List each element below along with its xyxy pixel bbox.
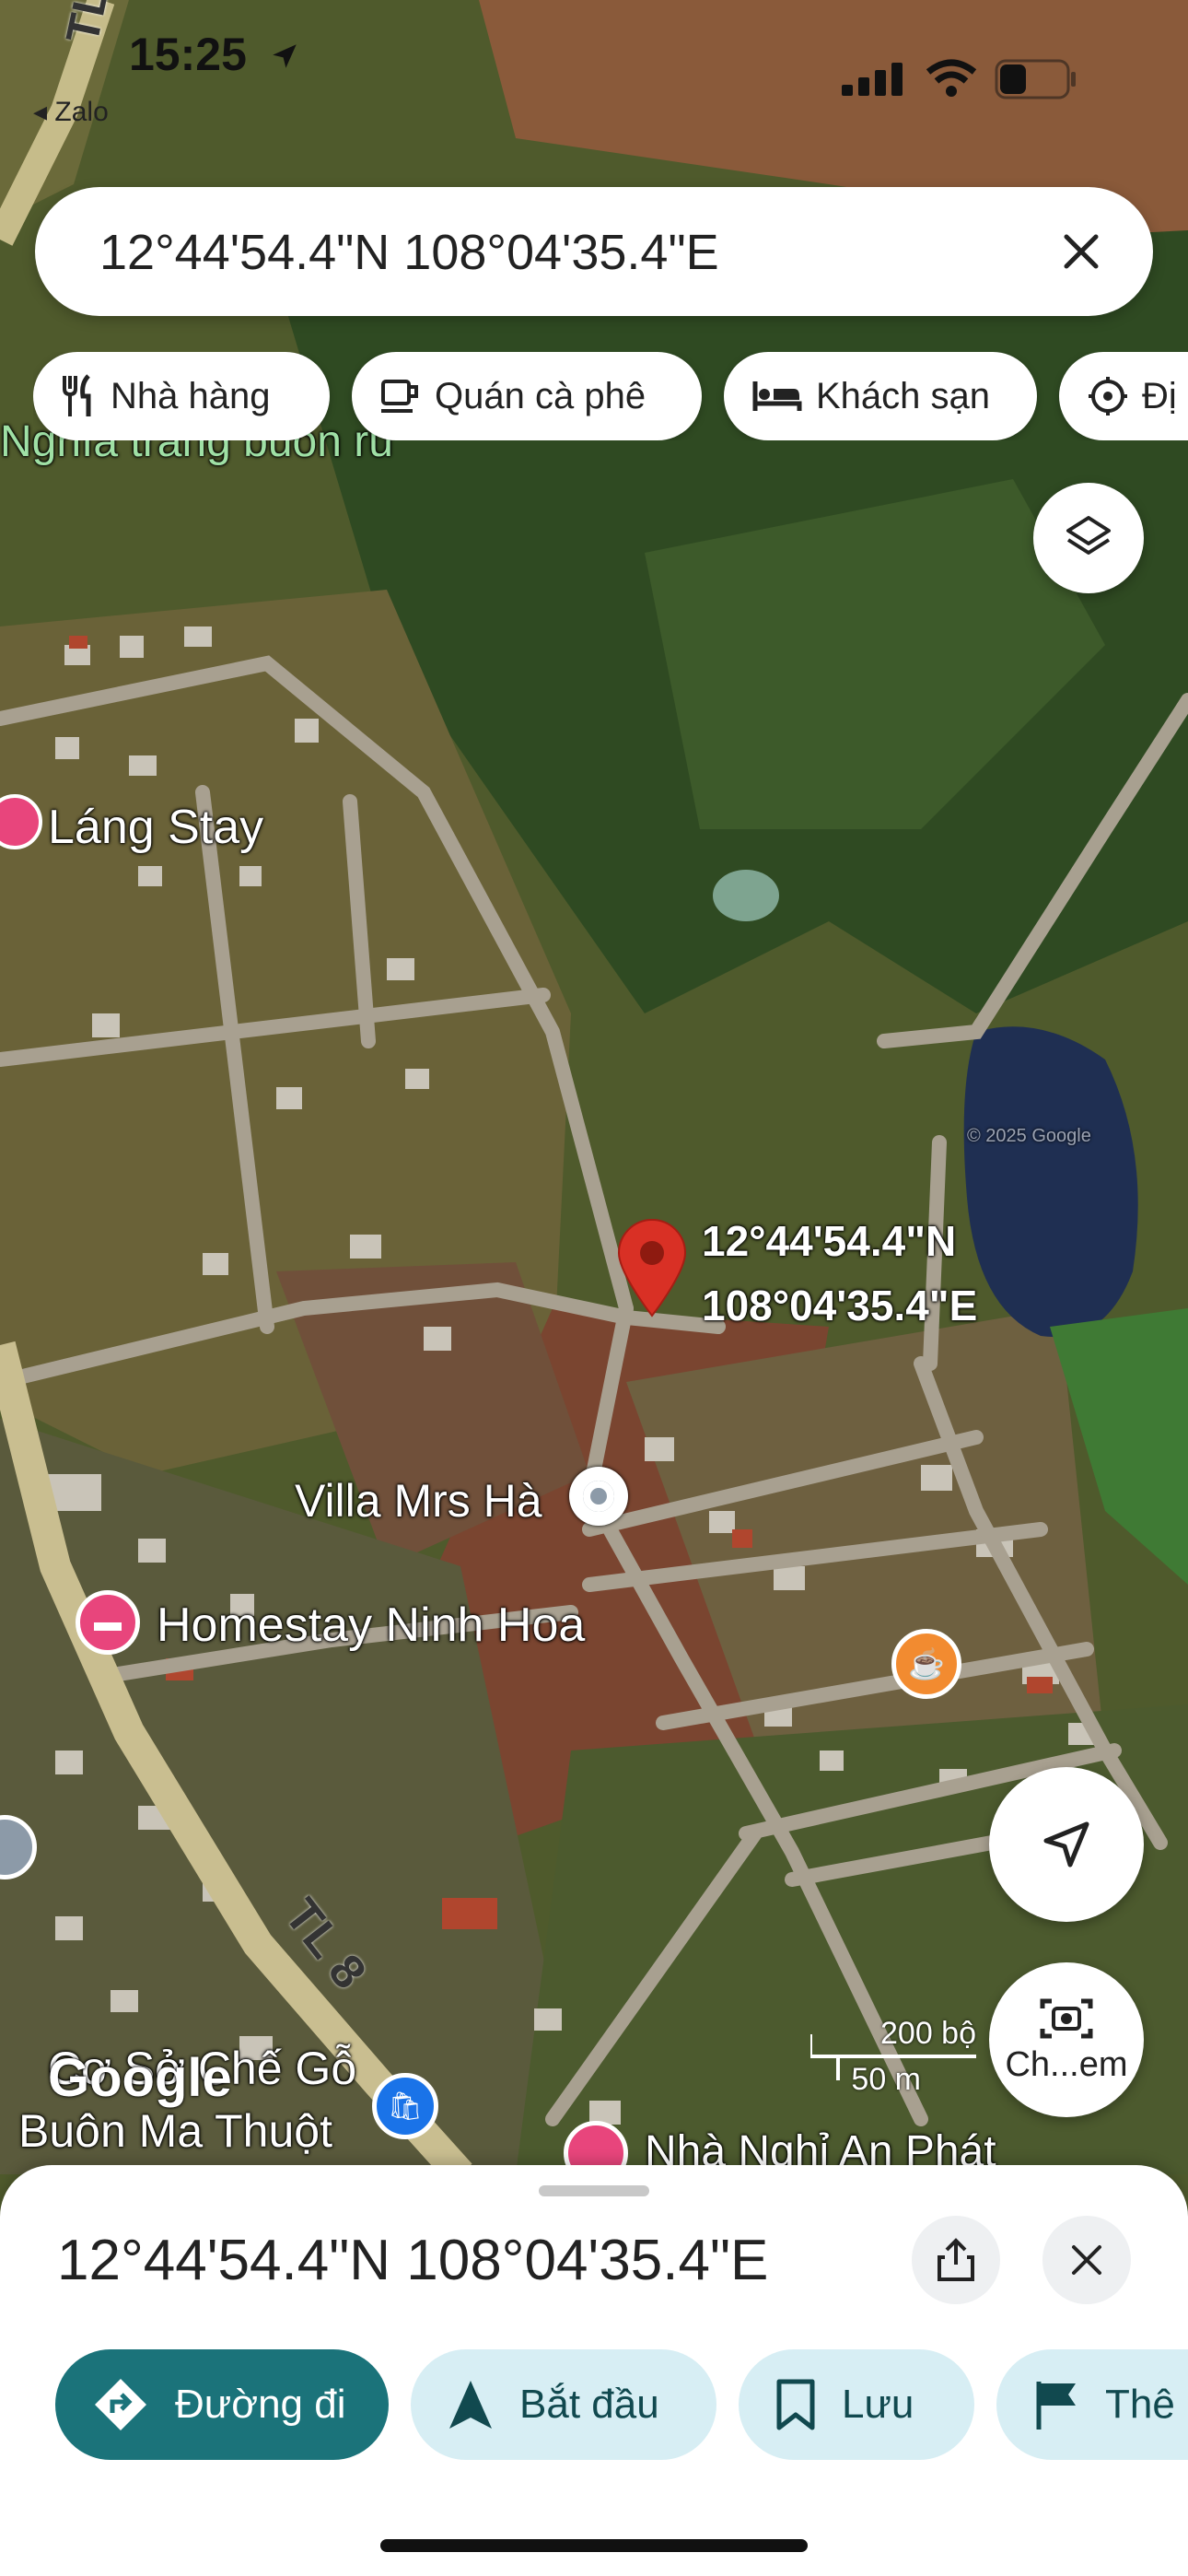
my-location-button[interactable] (989, 1767, 1144, 1922)
pin-coord-line1: 12°44'54.4"N (702, 1217, 957, 1265)
chip-label: Đị (1142, 375, 1177, 416)
villa-marker[interactable] (569, 1467, 628, 1526)
map-scale: 200 bộ 50 m (810, 2016, 976, 2097)
status-bar: 15:25 ◂ Zalo (0, 0, 1188, 138)
directions-button[interactable]: Đường đi (55, 2349, 389, 2460)
map-watermark: © 2025 Google (967, 1126, 1091, 1146)
add-label-button[interactable]: Thê (996, 2349, 1188, 2460)
coffee-cup-icon: ☕ (908, 1647, 945, 1680)
chip-attractions[interactable]: Đị (1059, 352, 1188, 440)
fork-knife-icon (63, 374, 91, 416)
woodcraft-label-line2[interactable]: Buôn Ma Thuột (18, 2104, 332, 2158)
search-query[interactable]: 12°44'54.4"N 108°04'35.4"E (99, 224, 719, 281)
place-icon (583, 1481, 614, 1512)
category-chips: Nhà hàng Quán cà phê Khách sạn Đị (33, 352, 1188, 440)
hotel-marker-homestay[interactable]: ▬ (76, 1590, 140, 1655)
camera-search-button[interactable]: Ch...em (989, 1962, 1144, 2117)
save-label: Lưu (842, 2382, 914, 2427)
battery-icon (995, 59, 1076, 100)
bed-icon: ▬ (94, 1607, 122, 1637)
start-label: Bắt đầu (519, 2382, 659, 2427)
shopping-bag-icon: 🛍 (387, 2090, 424, 2122)
place-bottom-sheet[interactable]: 12°44'54.4"N 108°04'35.4"E Đường đi Bắt (0, 2165, 1188, 2576)
bookmark-icon (775, 2378, 816, 2431)
chip-label: Nhà hàng (111, 375, 271, 416)
chip-label: Khách sạn (816, 375, 991, 416)
wifi-icon (926, 59, 977, 97)
navigation-arrow-icon (1043, 1821, 1089, 1868)
directions-icon (92, 2376, 149, 2433)
clear-search-button[interactable] (1044, 215, 1118, 288)
close-icon (1064, 234, 1099, 269)
chip-cafes[interactable]: Quán cà phê (352, 352, 702, 440)
start-button[interactable]: Bắt đầu (411, 2349, 716, 2460)
google-logo: Google (48, 2048, 232, 2108)
navigation-icon (448, 2379, 494, 2430)
home-indicator[interactable] (380, 2539, 808, 2552)
flag-icon (1033, 2378, 1079, 2431)
dropped-pin[interactable] (615, 1216, 689, 1317)
action-buttons: Đường đi Bắt đầu Lưu Thê (0, 2349, 1188, 2465)
villa-label[interactable]: Villa Mrs Hà (295, 1474, 542, 1528)
close-sheet-button[interactable] (1042, 2216, 1131, 2304)
status-time: 15:25 (129, 29, 247, 80)
camera-label: Ch...em (1005, 2044, 1128, 2084)
attraction-icon (1089, 377, 1127, 416)
layers-icon (1066, 516, 1111, 555)
back-to-app[interactable]: ◂ Zalo (33, 96, 109, 128)
search-bar[interactable]: 12°44'54.4"N 108°04'35.4"E (35, 187, 1153, 316)
homestay-label[interactable]: Homestay Ninh Hoa (157, 1598, 585, 1653)
scale-bar (810, 2034, 976, 2080)
coffee-cup-icon (381, 380, 418, 413)
bed-icon (752, 381, 802, 411)
directions-label: Đường đi (175, 2382, 346, 2427)
close-icon (1072, 2245, 1101, 2275)
place-title: 12°44'54.4"N 108°04'35.4"E (57, 2229, 769, 2292)
pin-coord-line2: 108°04'35.4"E (702, 1282, 978, 1329)
camera-icon (1040, 1998, 1093, 2038)
sheet-grab-handle[interactable] (539, 2185, 649, 2196)
chip-restaurants[interactable]: Nhà hàng (33, 352, 330, 440)
cafe-marker[interactable]: ☕ (891, 1629, 961, 1699)
red-pin-icon (617, 1219, 687, 1317)
chip-hotels[interactable]: Khách sạn (724, 352, 1037, 440)
add-label-label: Thê (1105, 2382, 1175, 2427)
shop-marker[interactable]: 🛍 (372, 2073, 438, 2139)
share-icon (938, 2238, 974, 2281)
share-button[interactable] (912, 2216, 1000, 2304)
location-arrow-icon (273, 44, 297, 68)
layers-button[interactable] (1033, 483, 1144, 593)
save-button[interactable]: Lưu (739, 2349, 974, 2460)
chip-label: Quán cà phê (435, 375, 646, 416)
lang-stay-label[interactable]: Láng Stay (48, 800, 263, 855)
signal-icon (842, 63, 903, 96)
